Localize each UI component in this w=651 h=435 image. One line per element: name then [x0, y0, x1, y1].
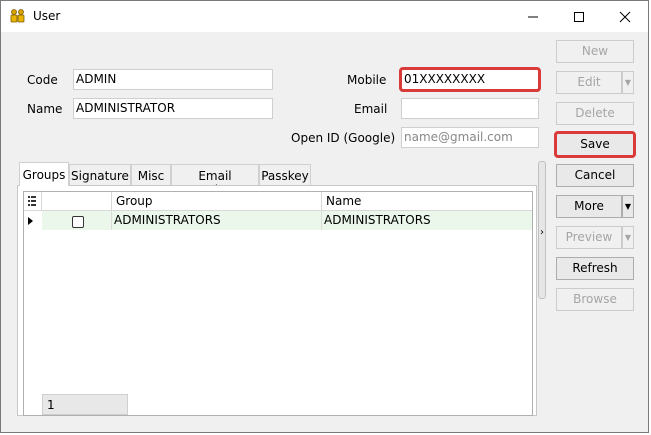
title-bar[interactable]: User [1, 1, 648, 32]
maximize-button[interactable] [556, 1, 602, 32]
preview-dropdown-chevron-icon[interactable]: ▼ [622, 226, 634, 249]
row-indicator-icon [28, 217, 33, 225]
row-name-cell[interactable]: ADMINISTRATORS [322, 211, 532, 230]
tab-signature[interactable]: Signature [69, 164, 131, 186]
row-checkbox[interactable] [72, 216, 84, 228]
tab-misc[interactable]: Misc [131, 164, 171, 186]
tab-passkey[interactable]: Passkey [259, 164, 311, 186]
tab-email-settings[interactable]: Email Settings [171, 164, 259, 197]
preview-button[interactable]: Preview [556, 226, 622, 249]
minimize-button[interactable] [510, 1, 556, 32]
edit-dropdown-chevron-icon[interactable]: ▼ [622, 71, 634, 94]
browse-button[interactable]: Browse [556, 288, 634, 311]
grid-footer-count: 1 [42, 394, 128, 415]
name-field[interactable]: ADMINISTRATOR [73, 98, 273, 119]
user-window: User Code ADMIN Name ADMINISTRATOR Mobil… [0, 0, 649, 433]
window-title: User [33, 9, 61, 23]
code-field[interactable]: ADMIN [73, 69, 273, 90]
app-icon [10, 9, 26, 23]
grid-header-checkbox-column[interactable] [42, 192, 112, 210]
name-label: Name [27, 102, 63, 116]
mobile-highlight [399, 67, 541, 92]
groups-grid[interactable]: Group Name ADMINISTRATORS ADMINISTRATORS… [23, 191, 533, 416]
more-button[interactable]: More [556, 195, 622, 218]
form-body: Code ADMIN Name ADMINISTRATOR Mobile 01X… [9, 33, 648, 432]
email-field[interactable] [401, 98, 539, 119]
grid-header: Group Name [24, 192, 532, 211]
grid-menu-icon[interactable] [24, 192, 42, 210]
edit-button[interactable]: Edit [556, 71, 622, 94]
tab-groups[interactable]: Groups [19, 162, 69, 186]
mobile-label: Mobile [347, 73, 387, 87]
chevron-right-icon[interactable]: › [540, 227, 544, 238]
grid-header-group[interactable]: Group [112, 192, 322, 210]
openid-field[interactable]: name@gmail.com [401, 127, 539, 148]
row-group-cell[interactable]: ADMINISTRATORS [112, 211, 322, 230]
openid-label: Open ID (Google) [291, 131, 396, 145]
email-label: Email [354, 102, 388, 116]
save-highlight [554, 131, 636, 158]
cancel-button[interactable]: Cancel [556, 164, 634, 187]
close-button[interactable] [602, 1, 648, 32]
delete-button[interactable]: Delete [556, 102, 634, 125]
minimize-icon [528, 16, 538, 18]
code-label: Code [27, 73, 58, 87]
close-icon [619, 11, 631, 23]
grid-header-name[interactable]: Name [322, 192, 532, 210]
table-row[interactable]: ADMINISTRATORS ADMINISTRATORS [42, 211, 532, 230]
more-dropdown-chevron-icon[interactable]: ▼ [622, 195, 634, 218]
maximize-icon [574, 12, 584, 22]
refresh-button[interactable]: Refresh [556, 257, 634, 280]
new-button[interactable]: New [556, 40, 634, 63]
